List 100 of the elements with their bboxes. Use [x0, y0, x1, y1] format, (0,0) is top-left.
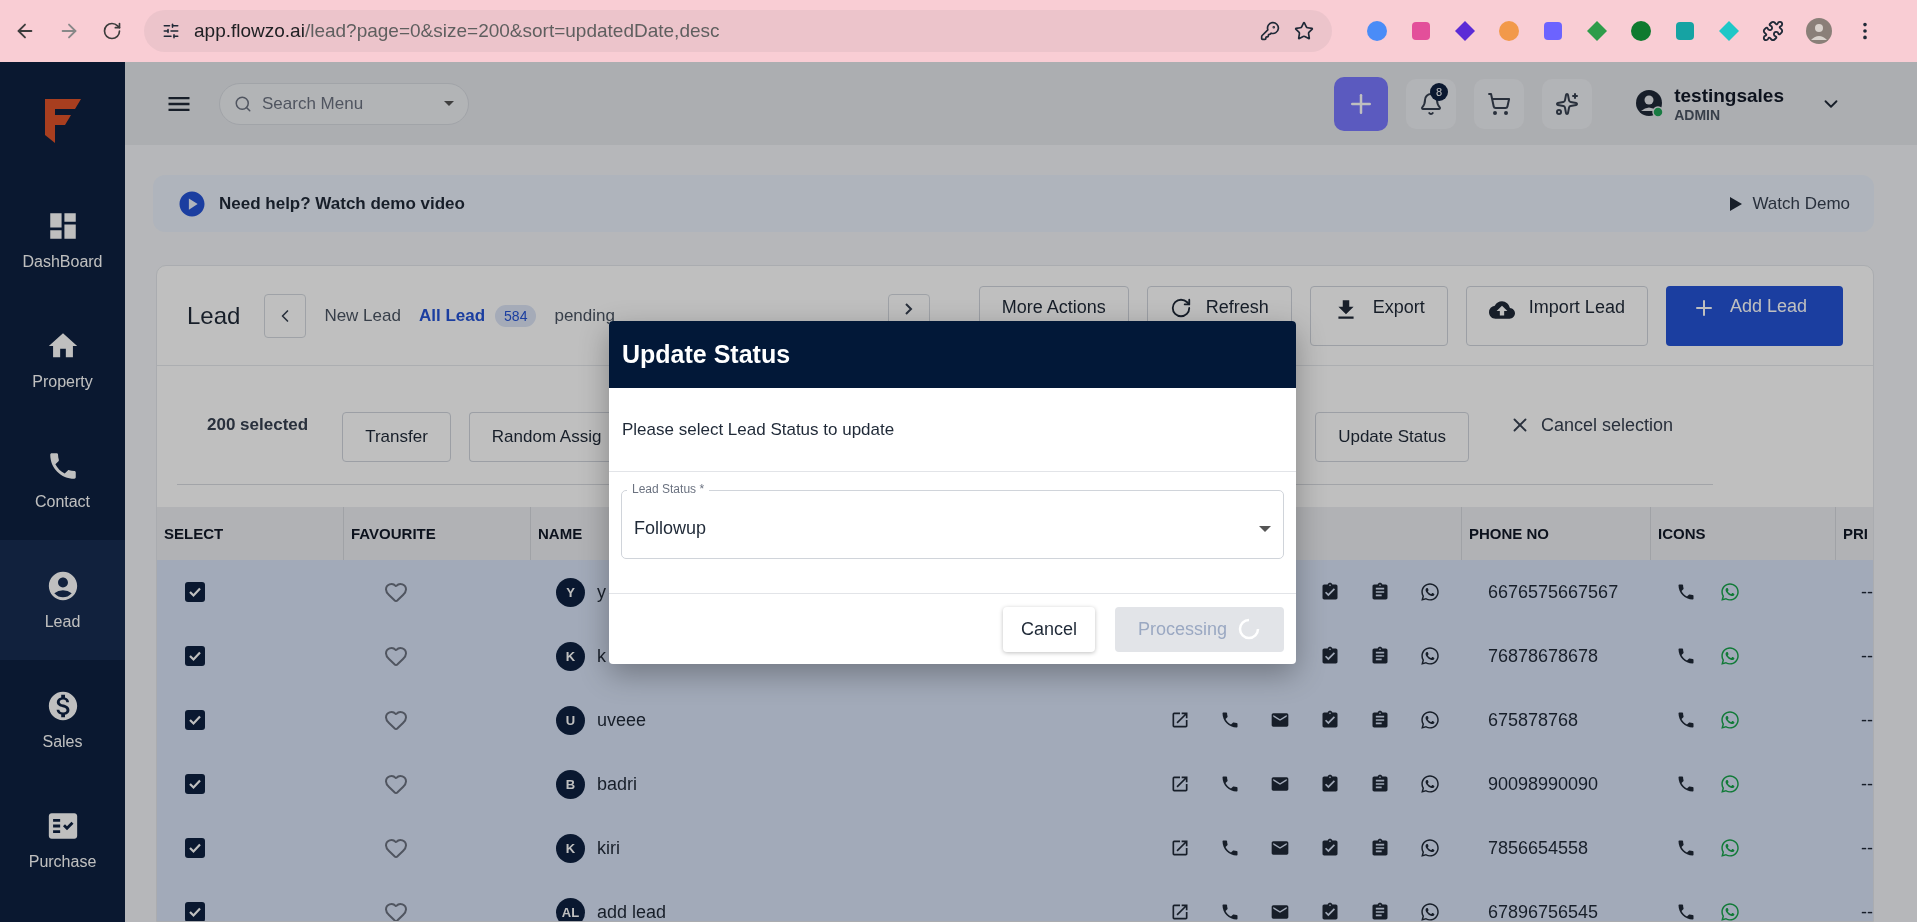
cancel-selection-button[interactable]: Cancel selection	[1508, 414, 1673, 436]
extension-icon[interactable]	[1454, 20, 1476, 42]
notification-count: 8	[1430, 82, 1449, 101]
phone-icon[interactable]	[1676, 838, 1696, 858]
whatsapp-icon[interactable]	[1420, 774, 1440, 794]
phone-icon[interactable]	[1676, 646, 1696, 666]
action-button[interactable]: Export	[1309, 285, 1448, 346]
key-icon[interactable]	[1260, 21, 1280, 41]
extension-icon[interactable]	[1410, 20, 1432, 42]
address-bar[interactable]: app.flowzo.ai/lead?page=0&size=200&sort=updatedDate,desc	[144, 10, 1332, 52]
row-checkbox[interactable]	[185, 646, 205, 666]
avatar: U	[556, 705, 585, 735]
sparkles-button[interactable]	[1542, 78, 1593, 129]
row-checkbox[interactable]	[185, 838, 205, 858]
document-check-icon[interactable]	[1320, 646, 1340, 666]
phone-icon[interactable]	[1220, 838, 1240, 858]
profile-avatar-icon[interactable]	[1806, 18, 1832, 44]
clipboard-icon[interactable]	[1370, 582, 1390, 602]
cart-button[interactable]	[1474, 78, 1525, 129]
dropdown-caret-icon	[1259, 525, 1271, 532]
mail-icon[interactable]	[1270, 774, 1290, 794]
whatsapp-icon[interactable]	[1420, 902, 1440, 921]
phone-icon[interactable]	[1676, 902, 1696, 921]
sidebar-item[interactable]: Lead	[0, 540, 125, 660]
phone-icon[interactable]	[1676, 582, 1696, 602]
sidebar-item[interactable]: Contact	[0, 420, 125, 540]
add-button[interactable]	[1334, 76, 1389, 131]
document-check-icon[interactable]	[1320, 710, 1340, 730]
row-checkbox[interactable]	[185, 710, 205, 730]
mail-icon[interactable]	[1270, 710, 1290, 730]
search-field[interactable]: Search Menu	[219, 82, 469, 125]
heart-icon[interactable]	[384, 836, 408, 860]
add-lead-button[interactable]: Add Lead	[1665, 285, 1843, 346]
user-avatar-icon	[1636, 89, 1665, 118]
tab[interactable]: New Lead	[324, 305, 401, 326]
watch-demo-link[interactable]: Watch Demo	[1730, 193, 1850, 214]
document-check-icon[interactable]	[1320, 774, 1340, 794]
phone-icon[interactable]	[1220, 774, 1240, 794]
cancel-button[interactable]: Cancel	[1002, 606, 1095, 652]
extensions-icon[interactable]	[1762, 20, 1784, 42]
phone-icon[interactable]	[1220, 902, 1240, 921]
cart-icon	[1487, 91, 1512, 116]
heart-icon[interactable]	[384, 708, 408, 732]
extension-icon[interactable]	[1542, 20, 1564, 42]
whatsapp-icon[interactable]	[1420, 710, 1440, 730]
heart-icon[interactable]	[384, 580, 408, 604]
phone-icon[interactable]	[1220, 710, 1240, 730]
document-check-icon[interactable]	[1320, 582, 1340, 602]
bookmark-icon[interactable]	[1294, 21, 1314, 41]
extension-icon[interactable]	[1630, 20, 1652, 42]
heart-icon[interactable]	[384, 772, 408, 796]
row-checkbox[interactable]	[185, 902, 205, 921]
mail-icon[interactable]	[1270, 902, 1290, 921]
phone-icon[interactable]	[1676, 710, 1696, 730]
document-check-icon[interactable]	[1320, 902, 1340, 921]
clipboard-icon[interactable]	[1370, 774, 1390, 794]
avatar: K	[556, 641, 585, 671]
avatar: B	[556, 769, 585, 799]
play-arrow-icon	[1730, 196, 1743, 211]
checkmark-icon	[188, 585, 202, 599]
clipboard-icon[interactable]	[1370, 838, 1390, 858]
whatsapp-icon[interactable]	[1420, 838, 1440, 858]
selected-count: 200 selected	[207, 415, 309, 435]
update-status-button[interactable]: Update Status	[1315, 412, 1469, 462]
open-link-icon[interactable]	[1170, 902, 1190, 921]
sparkles-icon	[1555, 91, 1580, 116]
avatar: Y	[556, 577, 585, 607]
notifications-button[interactable]: 8	[1406, 78, 1457, 129]
sidebar-item[interactable]: Purchase	[0, 780, 125, 900]
sidebar-item[interactable]: Property	[0, 300, 125, 420]
heart-icon[interactable]	[384, 900, 408, 921]
whatsapp-icon[interactable]	[1420, 646, 1440, 666]
row-checkbox[interactable]	[185, 582, 205, 602]
whatsapp-icon[interactable]	[1420, 582, 1440, 602]
user-name: testingsales	[1674, 84, 1784, 107]
document-check-icon[interactable]	[1320, 838, 1340, 858]
phone-icon[interactable]	[1676, 774, 1696, 794]
search-icon	[234, 94, 252, 113]
site-settings-icon[interactable]	[162, 22, 180, 40]
action-button[interactable]: Import Lead	[1465, 285, 1648, 346]
price-value: --	[1861, 901, 1873, 921]
mail-icon[interactable]	[1270, 838, 1290, 858]
lead-name: uveee	[597, 709, 647, 731]
open-link-icon[interactable]	[1170, 838, 1190, 858]
tab[interactable]: All Lead 584	[418, 304, 537, 327]
open-link-icon[interactable]	[1170, 774, 1190, 794]
bulk-action-button[interactable]: Transfer	[342, 412, 451, 462]
phone-number: 76878678678	[1488, 645, 1599, 667]
clipboard-icon[interactable]	[1370, 710, 1390, 730]
row-checkbox[interactable]	[185, 774, 205, 794]
dialog-message: Please select Lead Status to update	[609, 388, 1296, 472]
open-link-icon[interactable]	[1170, 710, 1190, 730]
checkmark-icon	[188, 649, 202, 663]
sidebar-item[interactable]: Sales	[0, 660, 125, 780]
heart-icon[interactable]	[384, 644, 408, 668]
price-value: --	[1861, 837, 1873, 859]
clipboard-icon[interactable]	[1370, 646, 1390, 666]
clipboard-icon[interactable]	[1370, 902, 1390, 921]
sidebar-item[interactable]: DashBoard	[0, 180, 125, 300]
reload-icon[interactable]	[102, 21, 122, 41]
